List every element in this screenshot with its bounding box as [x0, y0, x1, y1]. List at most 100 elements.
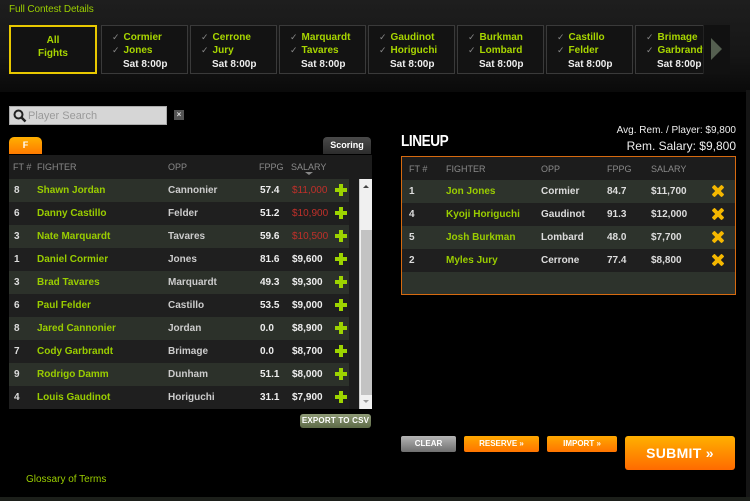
- lineup-row[interactable]: 4 Kyoji Horiguchi Gaudinot 91.3 $12,000: [402, 203, 735, 226]
- player-name[interactable]: Cody Garbrandt: [37, 346, 113, 357]
- player-row[interactable]: 9 Rodrigo Damm Dunham 51.1 $8,000: [9, 363, 349, 386]
- add-player-icon[interactable]: [335, 276, 347, 288]
- add-player-icon[interactable]: [335, 391, 347, 403]
- lineup-ft: 5: [409, 232, 415, 243]
- check-icon: ✓: [290, 32, 298, 42]
- player-row[interactable]: 8 Jared Cannonier Jordan 0.0 $8,900: [9, 317, 349, 340]
- tab-position-f[interactable]: F: [9, 137, 42, 154]
- remove-player-icon[interactable]: [712, 208, 724, 220]
- remove-player-icon[interactable]: [712, 185, 724, 197]
- check-icon: ✓: [201, 32, 209, 42]
- player-search-input[interactable]: [28, 108, 164, 124]
- col-fppg[interactable]: FPPG: [259, 162, 284, 172]
- check-icon: ✓: [112, 32, 120, 42]
- player-ft: 9: [14, 369, 20, 380]
- player-row[interactable]: 6 Danny Castillo Felder 51.2 $10,900: [9, 202, 349, 225]
- player-row[interactable]: 4 Louis Gaudinot Horiguchi 31.1 $7,900: [9, 386, 349, 409]
- lineup-row[interactable]: 1 Jon Jones Cormier 84.7 $11,700: [402, 180, 735, 203]
- remove-player-icon[interactable]: [712, 254, 724, 266]
- add-player-icon[interactable]: [335, 299, 347, 311]
- player-salary: $10,900: [292, 208, 329, 219]
- fight-tile[interactable]: ✓ Marquardt ✓ Tavares Sat 8:00p: [279, 25, 366, 74]
- player-name[interactable]: Danny Castillo: [37, 208, 106, 219]
- fight-tile[interactable]: ✓ Cormier ✓ Jones Sat 8:00p: [101, 25, 188, 74]
- players-table: FT # FIGHTER OPP FPPG SALARY 8 Shawn Jord…: [9, 155, 372, 409]
- player-salary: $10,500: [292, 231, 329, 242]
- lineup-row[interactable]: 2 Myles Jury Cerrone 77.4 $8,800: [402, 249, 735, 272]
- add-player-icon[interactable]: [335, 184, 347, 196]
- fight-tile[interactable]: ✓ Burkman ✓ Lombard Sat 8:00p: [457, 25, 544, 74]
- player-name[interactable]: Daniel Cormier: [37, 254, 108, 265]
- player-name[interactable]: Shawn Jordan: [37, 185, 105, 196]
- players-scrollbar[interactable]: [359, 179, 372, 409]
- scroll-down-icon[interactable]: [363, 400, 369, 403]
- check-icon: ✓: [468, 45, 476, 55]
- fight-tile[interactable]: ✓ Castillo ✓ Felder Sat 8:00p: [546, 25, 633, 74]
- check-icon: ✓: [201, 45, 209, 55]
- player-row[interactable]: 3 Brad Tavares Marquardt 49.3 $9,300: [9, 271, 349, 294]
- player-name[interactable]: Rodrigo Damm: [37, 369, 109, 380]
- fight-tile-all[interactable]: All Fights: [9, 25, 97, 74]
- lineup-ft: 4: [409, 209, 415, 220]
- check-icon: ✓: [379, 32, 387, 42]
- fight-tile[interactable]: ✓ Gaudinot ✓ Horiguchi Sat 8:00p: [368, 25, 455, 74]
- fighter-2: Jury: [212, 45, 234, 56]
- fighter-2: Felder: [568, 45, 599, 56]
- player-fppg: 81.6: [260, 254, 280, 265]
- check-icon: ✓: [557, 32, 565, 42]
- add-player-icon[interactable]: [335, 322, 347, 334]
- player-ft: 7: [14, 346, 20, 357]
- fight-time: Sat 8:00p: [657, 59, 702, 70]
- col-ft[interactable]: FT #: [13, 162, 31, 172]
- clear-search-icon[interactable]: ×: [174, 110, 184, 120]
- player-row[interactable]: 3 Nate Marquardt Tavares 59.6 $10,500: [9, 225, 349, 248]
- lineup-name[interactable]: Josh Burkman: [446, 232, 515, 243]
- check-icon: ✓: [379, 45, 387, 55]
- lineup-salary: $12,000: [651, 209, 688, 220]
- player-ft: 3: [14, 231, 20, 242]
- lineup-name[interactable]: Jon Jones: [446, 186, 495, 197]
- add-player-icon[interactable]: [335, 345, 347, 357]
- export-csv-button[interactable]: EXPORT TO CSV: [300, 414, 371, 428]
- player-name[interactable]: Nate Marquardt: [37, 231, 110, 242]
- lineup-name[interactable]: Kyoji Horiguchi: [446, 209, 520, 220]
- glossary-link[interactable]: Glossary of Terms: [26, 474, 106, 485]
- clear-lineup-button[interactable]: CLEAR: [401, 436, 456, 452]
- player-name[interactable]: Louis Gaudinot: [37, 392, 110, 403]
- add-player-icon[interactable]: [335, 253, 347, 265]
- player-row[interactable]: 6 Paul Felder Castillo 53.5 $9,000: [9, 294, 349, 317]
- col-fppg: FPPG: [607, 164, 632, 174]
- fight-time: Sat 8:00p: [123, 59, 168, 70]
- reserve-button[interactable]: RESERVE »: [464, 436, 539, 452]
- player-fppg: 0.0: [260, 323, 274, 334]
- lineup-name[interactable]: Myles Jury: [446, 255, 498, 266]
- scroll-up-icon[interactable]: [363, 185, 369, 188]
- check-icon: ✓: [646, 45, 654, 55]
- lineup-row[interactable]: 5 Josh Burkman Lombard 48.0 $7,700: [402, 226, 735, 249]
- add-player-icon[interactable]: [335, 230, 347, 242]
- add-player-icon[interactable]: [335, 368, 347, 380]
- player-salary: $8,700: [292, 346, 323, 357]
- import-button[interactable]: IMPORT »: [547, 436, 617, 452]
- submit-button[interactable]: SUBMIT »: [625, 436, 735, 470]
- player-row[interactable]: 8 Shawn Jordan Cannonier 57.4 $11,000: [9, 179, 349, 202]
- fighter-2: Lombard: [479, 45, 523, 56]
- fight-tile[interactable]: ✓ Cerrone ✓ Jury Sat 8:00p: [190, 25, 277, 74]
- col-salary[interactable]: SALARY: [291, 162, 326, 172]
- player-name[interactable]: Jared Cannonier: [37, 323, 116, 334]
- fighter-1: Marquardt: [301, 32, 351, 43]
- player-row[interactable]: 7 Cody Garbrandt Brimage 0.0 $8,700: [9, 340, 349, 363]
- fights-next-button[interactable]: [703, 25, 730, 74]
- player-name[interactable]: Brad Tavares: [37, 277, 100, 288]
- scoring-button[interactable]: Scoring: [323, 137, 371, 154]
- player-salary: $7,900: [292, 392, 323, 403]
- col-fighter[interactable]: FIGHTER: [37, 162, 77, 172]
- full-contest-details-link[interactable]: Full Contest Details: [9, 4, 94, 15]
- col-opp[interactable]: OPP: [168, 162, 187, 172]
- player-name[interactable]: Paul Felder: [37, 300, 91, 311]
- player-row[interactable]: 1 Daniel Cormier Jones 81.6 $9,600: [9, 248, 349, 271]
- add-player-icon[interactable]: [335, 207, 347, 219]
- scroll-thumb[interactable]: [361, 230, 372, 395]
- remove-player-icon[interactable]: [712, 231, 724, 243]
- player-ft: 8: [14, 323, 20, 334]
